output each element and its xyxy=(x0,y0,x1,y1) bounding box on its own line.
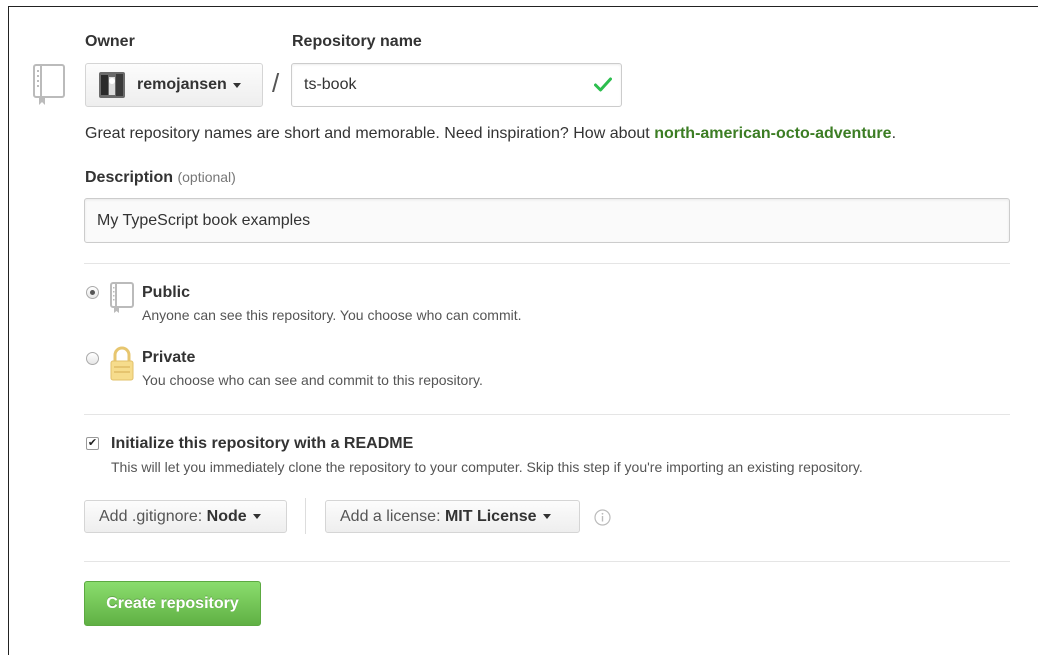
divider xyxy=(84,414,1010,415)
public-radio[interactable] xyxy=(86,286,99,299)
gitignore-value: Node xyxy=(206,507,247,525)
license-dropdown[interactable]: Add a license: MIT License xyxy=(325,500,580,533)
optional-hint: (optional) xyxy=(177,169,236,185)
license-prefix: Add a license: xyxy=(340,507,441,525)
book-icon xyxy=(110,282,134,313)
lock-icon xyxy=(110,346,134,381)
public-description: Anyone can see this repository. You choo… xyxy=(142,307,522,323)
name-hint: Great repository names are short and mem… xyxy=(85,125,896,143)
description-label: Description (optional) xyxy=(85,169,236,187)
gitignore-dropdown[interactable]: Add .gitignore: Node xyxy=(84,500,287,533)
description-input[interactable] xyxy=(84,198,1010,243)
repository-name-input[interactable] xyxy=(291,63,622,107)
divider xyxy=(84,561,1010,562)
readme-title: Initialize this repository with a README xyxy=(111,435,414,452)
description-label-text: Description xyxy=(85,169,174,186)
private-title: Private xyxy=(142,349,196,366)
private-description: You choose who can see and commit to thi… xyxy=(142,372,483,388)
public-title: Public xyxy=(142,284,191,301)
private-radio[interactable] xyxy=(86,352,99,365)
check-icon xyxy=(594,77,612,92)
hint-end: . xyxy=(891,125,897,142)
readme-description: This will let you immediately clone the … xyxy=(111,459,863,475)
chevron-down-icon xyxy=(232,82,241,88)
gitignore-prefix: Add .gitignore: xyxy=(99,507,203,525)
owner-name: remojansen xyxy=(137,76,227,93)
info-icon[interactable] xyxy=(594,509,611,526)
owner-repo-separator: / xyxy=(272,68,280,98)
repo-name-label: Repository name xyxy=(292,33,422,50)
repo-icon xyxy=(33,64,65,105)
license-value: MIT License xyxy=(444,507,537,525)
readme-checkbox[interactable]: ✔ xyxy=(86,437,99,450)
owner-dropdown[interactable]: remojansen xyxy=(85,63,263,107)
avatar xyxy=(99,72,125,98)
vertical-divider xyxy=(305,498,306,534)
create-repository-button[interactable]: Create repository xyxy=(84,581,261,626)
divider xyxy=(84,263,1010,264)
owner-label: Owner xyxy=(85,33,135,50)
chevron-down-icon xyxy=(542,514,551,519)
name-suggestion-link[interactable]: north-american-octo-adventure xyxy=(654,125,891,142)
chevron-down-icon xyxy=(252,514,261,519)
hint-text: Great repository names are short and mem… xyxy=(85,125,655,142)
